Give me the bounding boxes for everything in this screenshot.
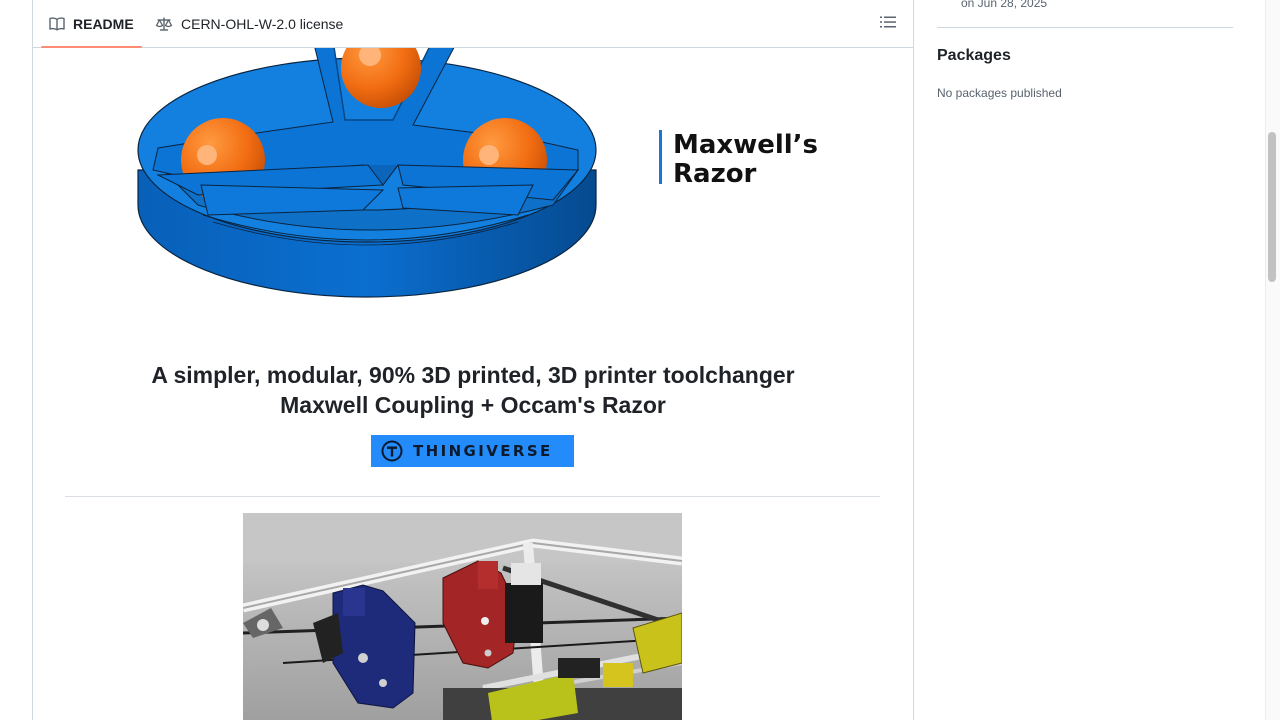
printer-render-image [243,513,682,720]
page-scrollbar-track[interactable] [1265,0,1280,720]
page: Maxwell’s Razor README CERN-OHL-W-2.0 li… [0,0,1280,720]
tab-readme-label: README [73,15,134,32]
readme-tabbar: README CERN-OHL-W-2.0 license [33,0,913,48]
tab-readme-underline [41,46,142,48]
thingiverse-label: THINGIVERSE [413,442,553,460]
release-date: on Jun 28, 2025 [961,0,1048,10]
hero-logo-line1: Maxwell’s [673,130,818,160]
book-icon [49,16,65,32]
hero-image: Maxwell’s Razor [33,0,913,330]
readme-panel: Maxwell’s Razor README CERN-OHL-W-2.0 li… [32,0,914,720]
scale-icon [155,16,173,32]
tagline-line1: A simpler, modular, 90% 3D printed, 3D p… [151,362,795,388]
outline-button[interactable] [879,15,897,33]
tab-license[interactable]: CERN-OHL-W-2.0 license [155,0,343,47]
page-scrollbar-thumb[interactable] [1268,132,1276,282]
readme-tagline: A simpler, modular, 90% 3D printed, 3D p… [33,360,913,420]
repo-sidebar: on Jun 28, 2025 Packages No packages pub… [937,0,1233,720]
tab-license-label: CERN-OHL-W-2.0 license [181,15,344,32]
packages-heading-link[interactable]: Packages [937,45,1011,67]
hero-logo-line2: Razor [673,159,757,189]
readme-divider [65,496,880,497]
thingiverse-logo-icon [381,440,403,462]
tagline-line2: Maxwell Coupling + Occam's Razor [280,392,666,418]
sidebar-divider [937,27,1233,28]
list-unordered-icon [880,15,896,34]
tab-readme[interactable]: README [41,0,142,48]
thingiverse-badge-link[interactable]: THINGIVERSE [371,435,574,467]
packages-empty-text: No packages published [937,86,1062,100]
